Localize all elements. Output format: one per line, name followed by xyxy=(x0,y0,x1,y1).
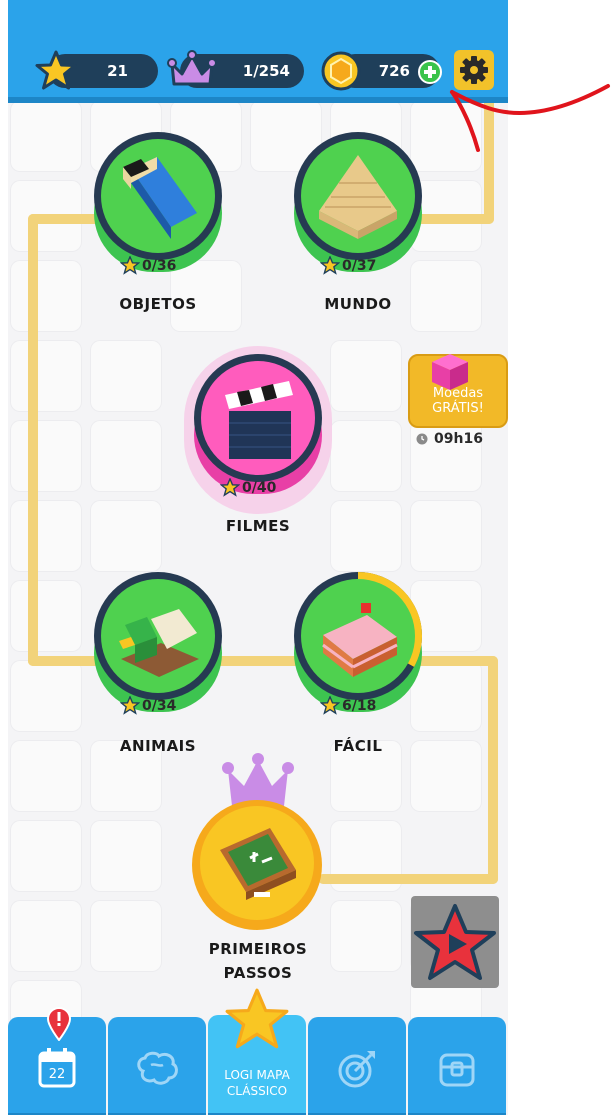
annotation-arrow xyxy=(450,84,610,152)
